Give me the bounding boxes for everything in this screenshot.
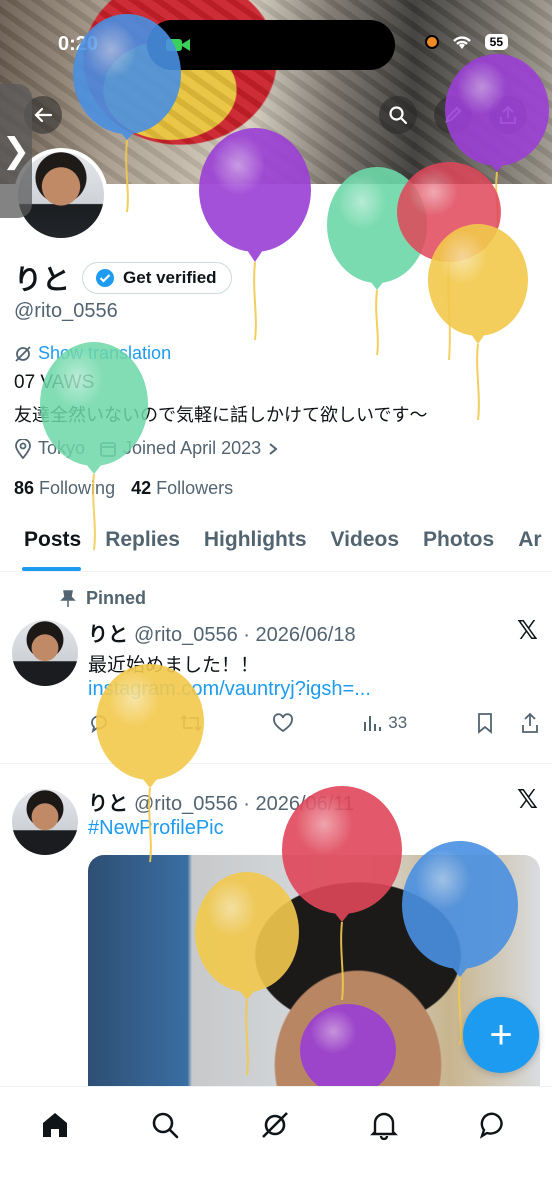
like-icon — [272, 713, 293, 733]
post-header: りと @rito_0556 · 2026/06/18 — [88, 618, 356, 647]
name-row: りと Get verified — [14, 258, 232, 298]
grok-icon — [262, 1112, 288, 1138]
reply-button[interactable] — [88, 712, 110, 734]
recording-dot-icon — [424, 35, 439, 49]
post-actions: 33 — [88, 712, 540, 734]
location: Tokyo — [14, 438, 85, 459]
bottom-navigation — [0, 1086, 552, 1200]
search-button[interactable] — [379, 96, 417, 134]
bookmark-share-group — [476, 712, 540, 734]
post-pinned[interactable]: Pinned りと @rito_0556 · 2026/06/18 𝕏 最近始め… — [0, 572, 552, 764]
nav-messages[interactable] — [474, 1105, 514, 1145]
edit-button[interactable] — [434, 96, 472, 134]
repost-icon — [180, 714, 202, 732]
side-drawer-handle[interactable]: ❯ — [0, 84, 32, 218]
followers-count: 42 — [131, 478, 152, 498]
followers-label: Followers — [156, 478, 234, 498]
notifications-icon — [370, 1112, 398, 1140]
bio-line-1: 07 VAWS — [14, 372, 95, 393]
profile-handle: @rito_0556 — [14, 300, 118, 322]
following-count: 86 — [14, 478, 35, 498]
tab-photos[interactable]: Photos — [411, 516, 506, 571]
battery-indicator: 55 — [484, 34, 508, 50]
like-button[interactable] — [272, 713, 294, 733]
location-icon — [15, 438, 31, 459]
get-verified-button[interactable]: Get verified — [82, 262, 232, 294]
nav-explore[interactable] — [145, 1105, 185, 1145]
chevron-right-icon — [269, 442, 278, 455]
chevron-right-icon: ❯ — [1, 132, 31, 170]
bio-line-2: 友達全然いないので気軽に話しかけて欲しいです〜 — [14, 405, 428, 425]
post-author-name: りと — [88, 624, 128, 646]
calendar-icon — [100, 441, 116, 457]
bookmark-icon[interactable] — [476, 712, 494, 734]
share-icon[interactable] — [520, 712, 540, 734]
post-hashtag[interactable]: #NewProfilePic — [88, 817, 224, 840]
edit-icon — [445, 106, 462, 123]
post-avatar[interactable] — [12, 620, 78, 686]
views-icon — [364, 716, 382, 731]
balloon-green — [327, 167, 427, 356]
joined-date[interactable]: Joined April 2023 — [99, 438, 279, 459]
balloon-yellow — [428, 224, 528, 421]
post-text: 最近始めました！！ — [88, 655, 260, 676]
tab-articles[interactable]: Ar — [506, 516, 552, 571]
status-icons: 55 — [424, 34, 508, 50]
share-button[interactable] — [489, 96, 527, 134]
messages-icon — [479, 1112, 503, 1139]
search-icon — [389, 106, 408, 125]
dynamic-island — [147, 20, 395, 70]
post-author-name: りと — [88, 793, 128, 815]
post-avatar[interactable] — [12, 789, 78, 855]
status-time: 0:20 — [58, 33, 99, 55]
back-arrow-icon — [34, 107, 53, 123]
following-label: Following — [39, 478, 116, 498]
show-translation-label: Show translation — [38, 343, 172, 363]
pinned-label: Pinned — [86, 588, 147, 608]
post-link[interactable]: instagram.com/vauntryj?igsh=... — [88, 678, 371, 701]
reply-icon — [91, 715, 107, 734]
nav-grok[interactable] — [255, 1105, 295, 1145]
repost-button[interactable] — [179, 712, 203, 734]
views-button[interactable]: 33 — [362, 713, 407, 733]
profile-meta: Tokyo Joined April 2023 — [14, 438, 279, 459]
tab-posts[interactable]: Posts — [0, 516, 93, 571]
wifi-icon — [452, 36, 471, 49]
camera-indicator-icon — [166, 39, 190, 51]
pinned-indicator: Pinned — [60, 588, 146, 609]
post-meta: @rito_0556 · 2026/06/18 — [134, 624, 356, 646]
display-name: りと — [14, 264, 71, 295]
show-translation-link[interactable]: Show translation — [14, 343, 171, 364]
translate-icon — [15, 345, 31, 362]
explore-icon — [152, 1112, 179, 1139]
nav-notifications[interactable] — [364, 1105, 404, 1145]
post-meta: @rito_0556 · 2026/06/11 — [134, 793, 355, 815]
nav-home[interactable] — [35, 1105, 75, 1145]
pin-icon — [60, 589, 76, 607]
tab-highlights[interactable]: Highlights — [192, 516, 319, 571]
following-link[interactable]: 86 Following — [14, 478, 115, 499]
tab-videos[interactable]: Videos — [319, 516, 411, 571]
post-header: りと @rito_0556 · 2026/06/11 — [88, 787, 354, 816]
location-label: Tokyo — [38, 438, 86, 458]
x-logo-icon[interactable]: 𝕏 — [517, 616, 538, 646]
x-logo-icon[interactable]: 𝕏 — [517, 785, 538, 815]
views-count: 33 — [388, 713, 408, 732]
home-icon — [43, 1113, 67, 1137]
tab-replies[interactable]: Replies — [93, 516, 192, 571]
joined-label: Joined April 2023 — [123, 438, 262, 458]
follow-stats: 86 Following 42 Followers — [14, 478, 233, 499]
balloon-red — [397, 162, 501, 361]
share-icon — [500, 105, 516, 124]
compose-post-button[interactable]: + — [463, 997, 539, 1073]
profile-tabs: Posts Replies Highlights Videos Photos A… — [0, 516, 552, 572]
verified-badge-icon — [96, 269, 115, 287]
followers-link[interactable]: 42 Followers — [131, 478, 233, 499]
get-verified-label: Get verified — [123, 268, 217, 287]
